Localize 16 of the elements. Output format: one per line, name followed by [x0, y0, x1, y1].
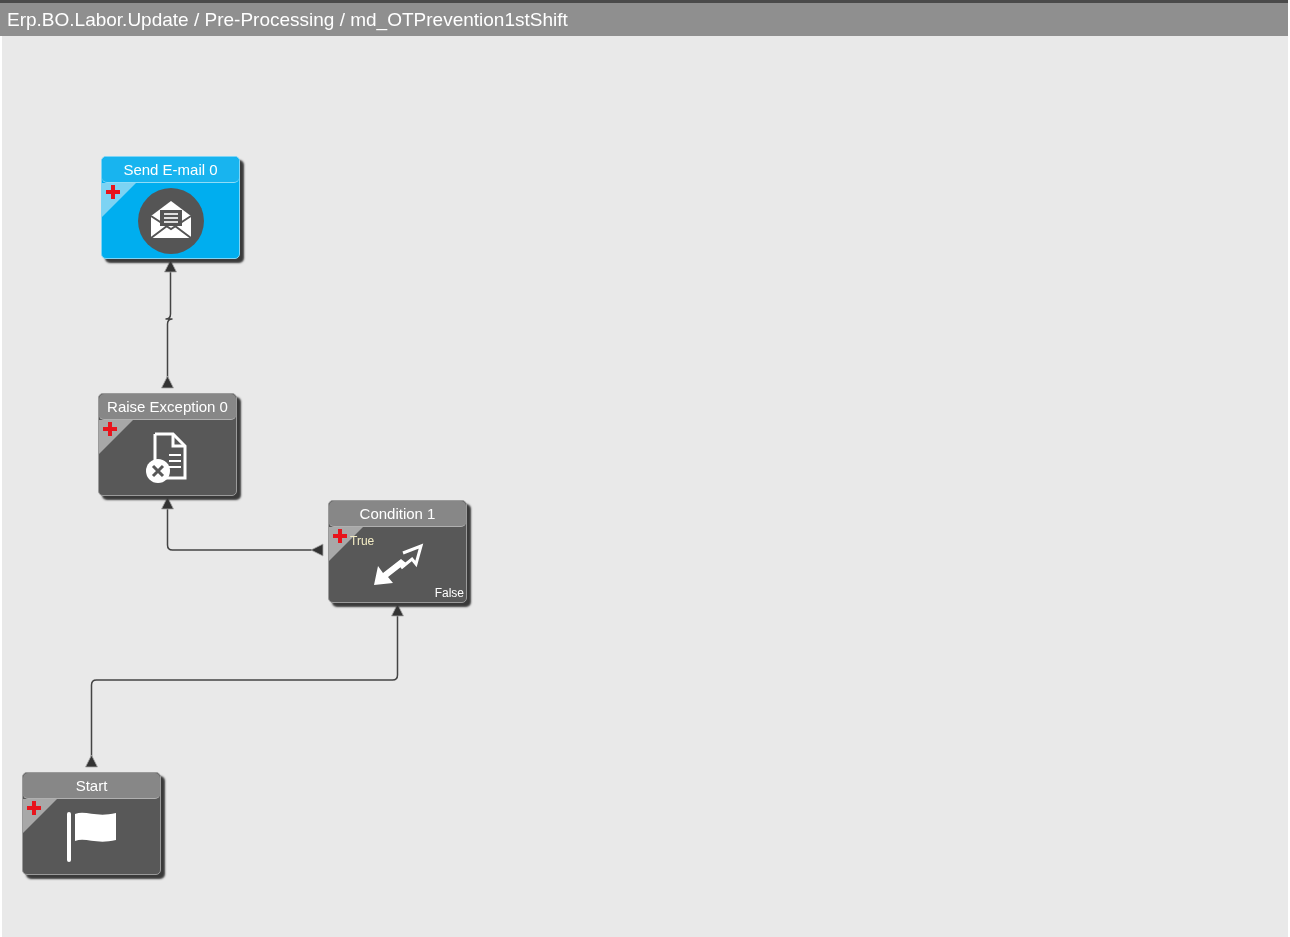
node-title: Raise Exception 0: [99, 394, 236, 420]
node-title: Start: [23, 773, 160, 799]
add-corner-icon[interactable]: [102, 183, 136, 217]
flag-icon: [65, 809, 118, 864]
flow-node[interactable]: Raise Exception 0: [98, 393, 237, 496]
flow-node[interactable]: Send E-mail 0: [101, 156, 240, 259]
node-title: Send E-mail 0: [102, 157, 239, 183]
breadcrumb-path: Erp.BO.Labor.Update / Pre-Processing / md_OTPrevention1stShift: [7, 8, 568, 31]
node-title: Condition 1: [329, 501, 466, 527]
true-label: True: [350, 534, 375, 548]
false-label: False: [434, 586, 464, 600]
envelope-icon: [137, 187, 204, 254]
add-corner-icon[interactable]: [23, 799, 57, 833]
flow-node[interactable]: Condition 1 True False: [328, 500, 467, 603]
flow-node[interactable]: Start: [22, 772, 161, 875]
add-corner-icon[interactable]: [99, 420, 133, 454]
